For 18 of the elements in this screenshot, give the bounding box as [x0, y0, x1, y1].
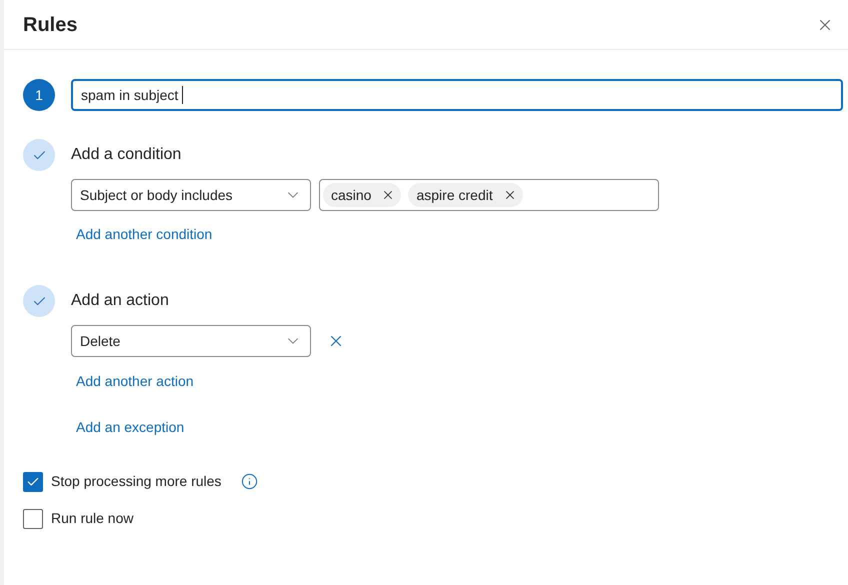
rule-name-field[interactable]: spam in subject	[71, 79, 843, 111]
dialog-title: Rules	[23, 12, 78, 38]
section-title: Add a condition	[71, 145, 182, 165]
keyword-tag: aspire credit	[408, 183, 523, 207]
add-link[interactable]: Add another condition	[76, 226, 212, 242]
keywords-field[interactable]: casino aspire credit	[319, 179, 659, 211]
checkbox[interactable]	[23, 472, 43, 492]
step-number: 1	[23, 79, 55, 111]
keyword-tag: casino	[323, 183, 402, 207]
checkbox-label: Stop processing more rules	[51, 472, 222, 491]
dropdown[interactable]: Delete	[71, 325, 311, 357]
section-title: Add an action	[71, 291, 169, 311]
add-link[interactable]: Add an exception	[76, 419, 184, 435]
info-icon[interactable]	[241, 473, 258, 490]
add-link[interactable]: Add another action	[76, 373, 194, 389]
dropdown[interactable]: Subject or body includes	[71, 179, 311, 211]
checkbox[interactable]	[23, 508, 43, 528]
checkbox-label: Run rule now	[51, 509, 134, 528]
